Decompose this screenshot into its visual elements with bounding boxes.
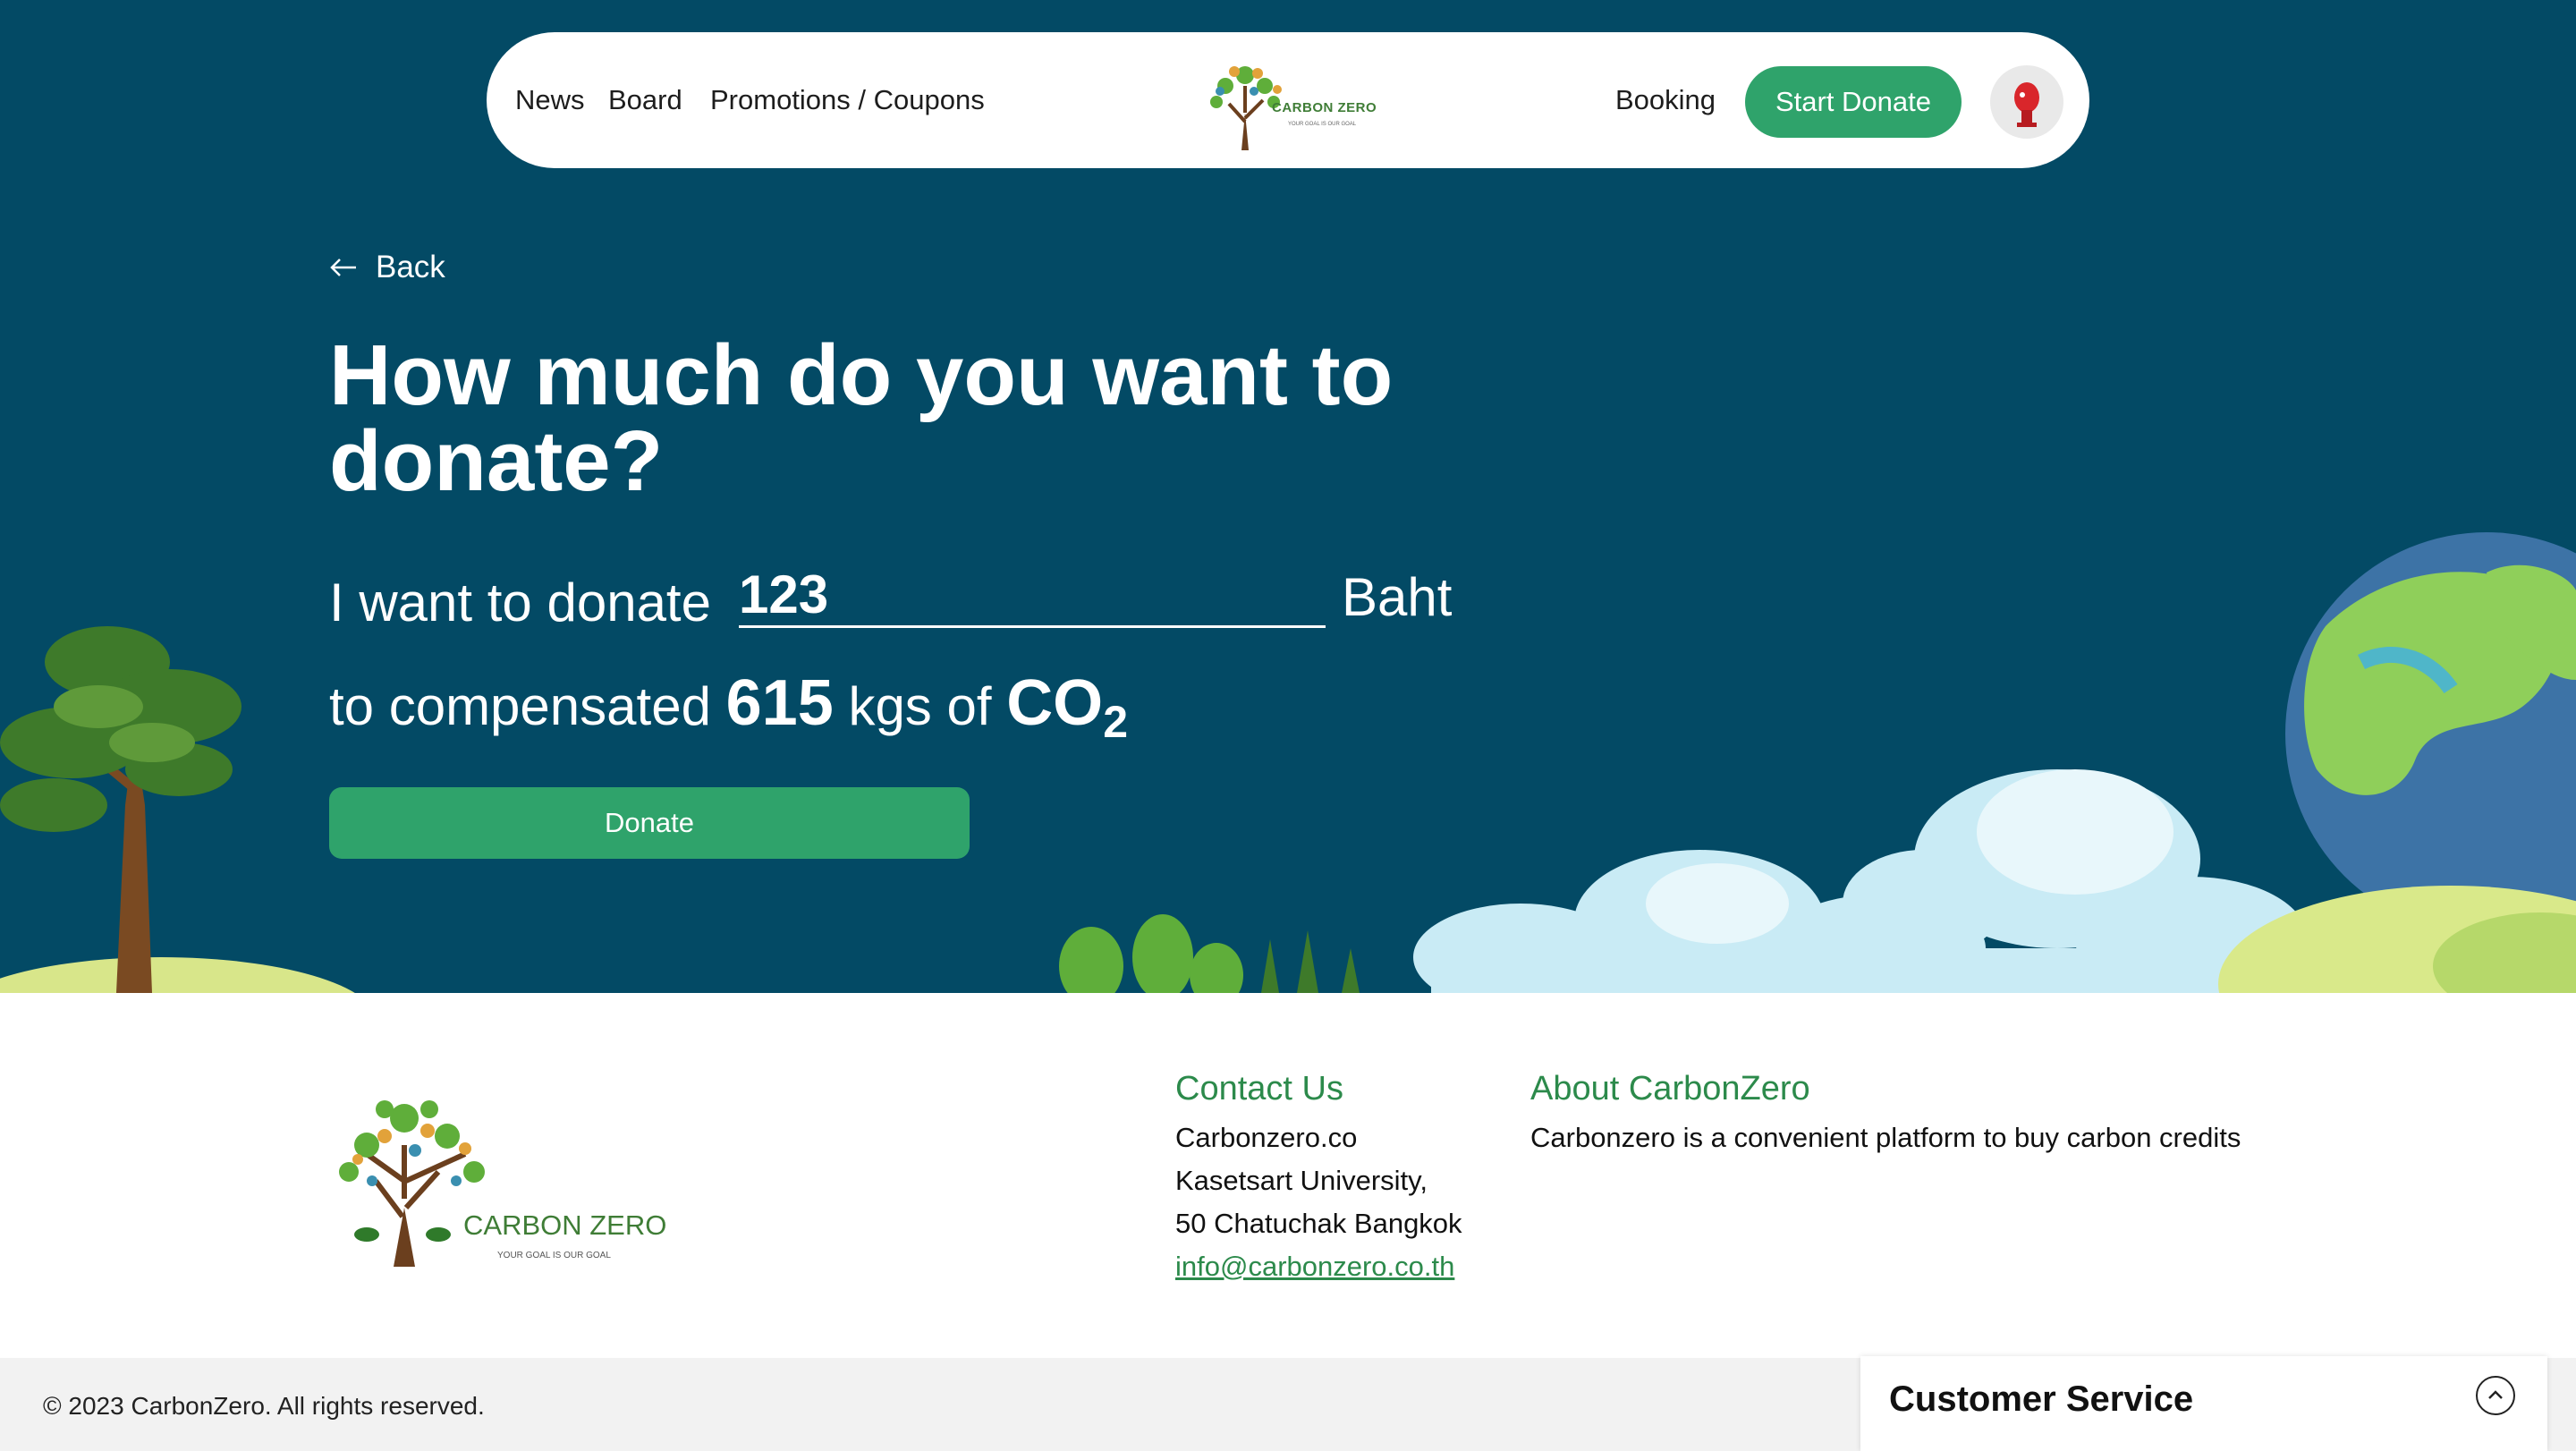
contact-line: 50 Chatuchak Bangkok [1175,1208,1462,1239]
contact-heading: Contact Us [1175,1070,1343,1107]
donation-amount-input[interactable] [739,564,1326,628]
footer-logo: CARBON ZERO YOUR GOAL IS OUR GOAL [331,1073,666,1270]
customer-service-title: Customer Service [1889,1379,2194,1419]
copyright-text: © 2023 CarbonZero. All rights reserved. [43,1392,485,1420]
hero-section: News Board Promotions / Coupons CARBON Z… [0,0,2576,993]
contact-line: Carbonzero.co [1175,1122,1358,1153]
back-label: Back [376,250,445,284]
about-text: Carbonzero is a convenient platform to b… [1530,1122,2241,1153]
start-donate-button[interactable]: Start Donate [1745,66,1962,138]
customer-service-toggle[interactable] [2476,1376,2515,1415]
chevron-up-icon [2488,1390,2503,1399]
nav-link-board[interactable]: Board [608,32,682,168]
nav-link-promotions[interactable]: Promotions / Coupons [710,32,985,168]
avatar-icon [2014,82,2039,127]
co2-base: CO [1006,667,1104,739]
back-arrow-icon [330,259,356,276]
compensation-prefix: to compensated [329,676,711,736]
compensation-unit: kgs of [848,676,992,736]
co2-subscript: 2 [1103,697,1128,747]
donate-prefix: I want to donate [329,573,711,632]
nav-logo-tagline: YOUR GOAL IS OUR GOAL [1288,122,1357,127]
nav-link-booking[interactable]: Booking [1615,32,1716,168]
top-navbar: News Board Promotions / Coupons CARBON Z… [487,32,2089,168]
customer-service-panel[interactable]: Customer Service [1860,1356,2547,1451]
donate-button[interactable]: Donate [329,787,970,859]
footer-logo-tagline: YOUR GOAL IS OUR GOAL [497,1251,611,1260]
nav-logo-text: CARBON ZERO [1272,100,1377,115]
nav-logo[interactable]: CARBON ZERO YOUR GOAL IS OUR GOAL [1199,50,1395,150]
footer-logo-text: CARBON ZERO [463,1209,667,1241]
contact-email-link[interactable]: info@carbonzero.co.th [1175,1245,1454,1288]
currency-label: Baht [1342,567,1453,627]
compensation-text: to compensated 615 kgs of CO2 [329,658,1128,748]
avatar[interactable] [1990,65,2063,139]
contact-line: Kasetsart University, [1175,1165,1428,1196]
nav-link-news[interactable]: News [515,32,585,168]
page-title: How much do you want to donate? [329,327,1394,509]
co2-label: CO2 [1006,667,1128,747]
co2-amount: 615 [725,667,834,739]
about-heading: About CarbonZero [1530,1070,1810,1107]
